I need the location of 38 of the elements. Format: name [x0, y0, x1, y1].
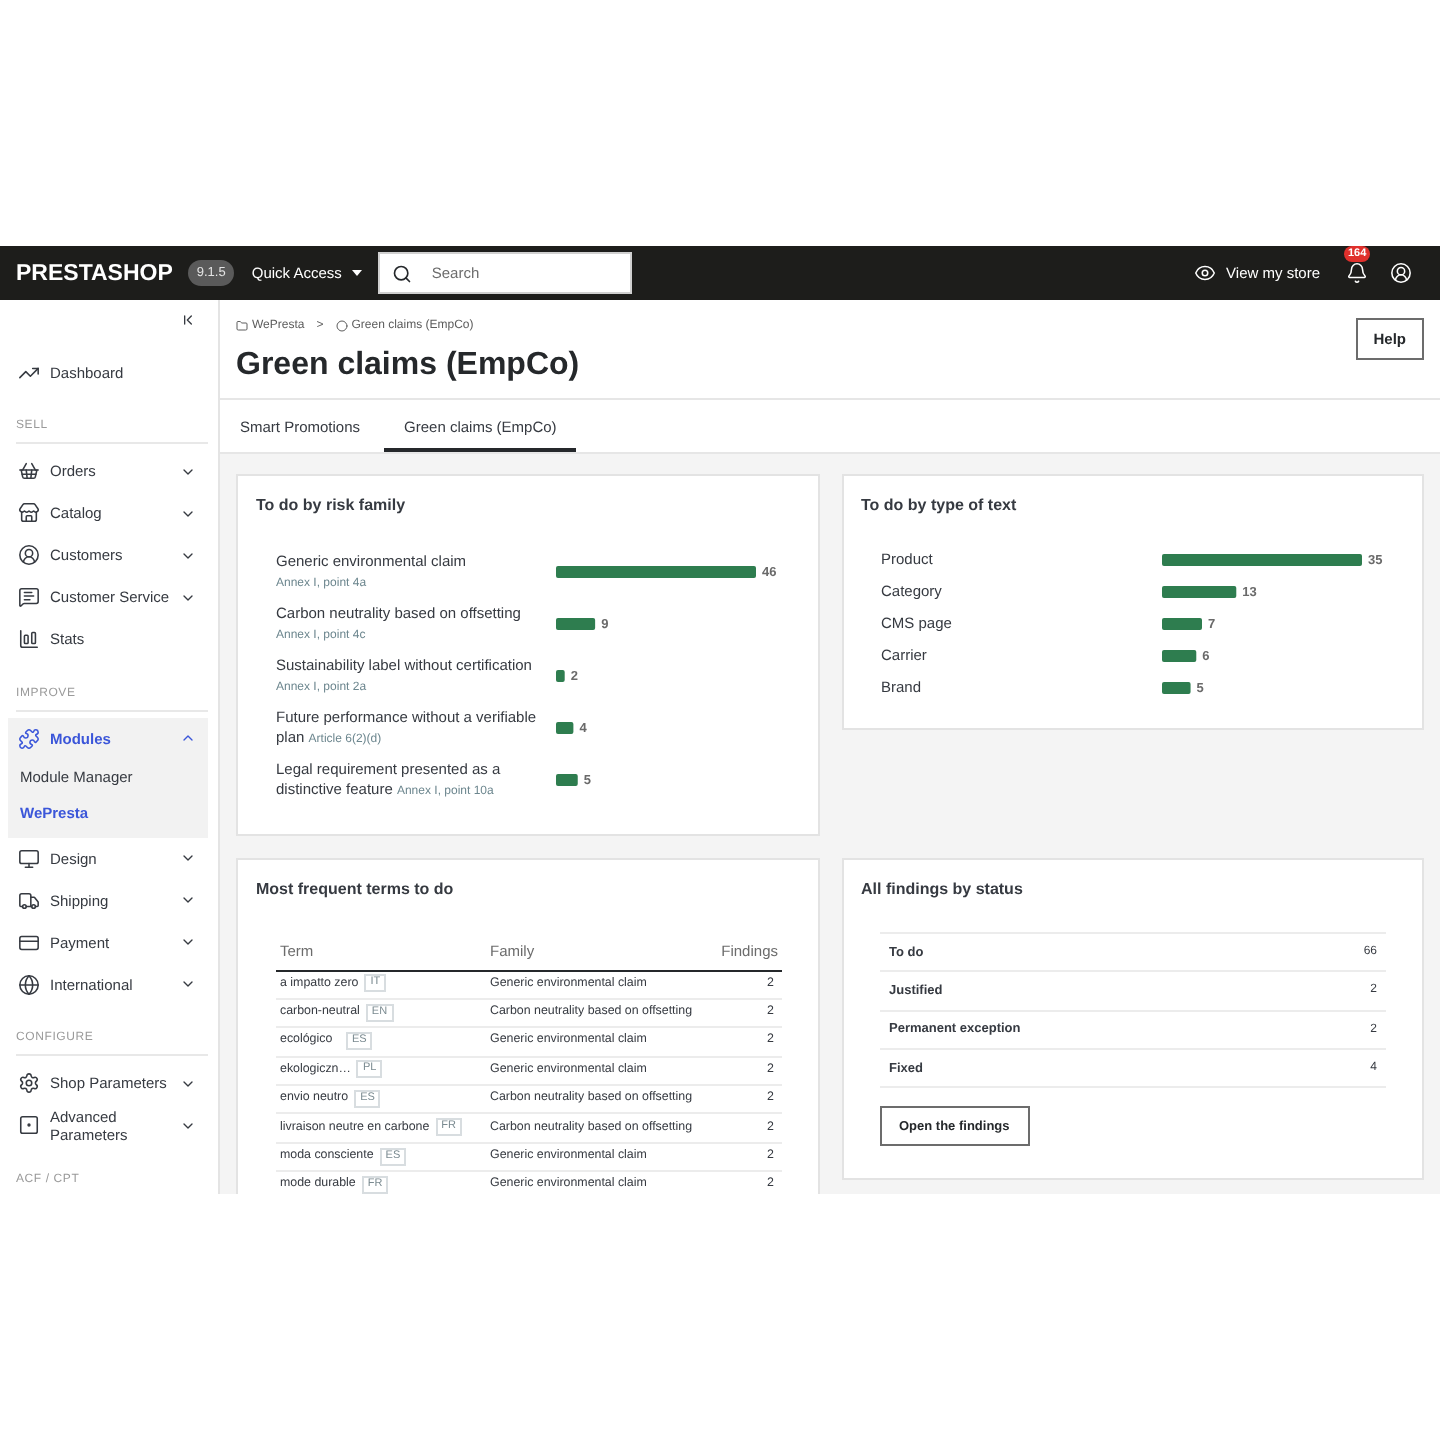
settings-icon — [18, 1072, 40, 1094]
store-icon — [18, 502, 40, 524]
card-title: All findings by status — [861, 880, 1025, 900]
user-icon — [18, 544, 40, 566]
credit-card-icon — [18, 931, 40, 953]
bar — [1161, 586, 1236, 598]
circle-icon — [335, 320, 348, 332]
basket-icon — [18, 460, 40, 482]
bar — [1161, 650, 1196, 662]
bar — [556, 722, 574, 734]
collapse-icon[interactable] — [180, 312, 196, 328]
bar — [1161, 618, 1201, 630]
puzzle-icon — [18, 727, 40, 749]
bar — [556, 618, 596, 630]
globe-icon — [18, 973, 40, 995]
chevron-up-icon[interactable] — [180, 730, 196, 746]
bar — [1161, 682, 1190, 694]
search-icon — [391, 263, 412, 283]
chevron-down-icon[interactable] — [180, 892, 196, 908]
truck-icon — [18, 889, 40, 911]
eye-icon — [1194, 262, 1217, 284]
logo-text[interactable]: PRESTASHOP — [16, 259, 173, 287]
chat-icon — [18, 586, 40, 608]
chevron-down-icon[interactable] — [180, 934, 196, 950]
chevron-down-icon[interactable] — [180, 976, 196, 992]
chart-icon — [18, 628, 40, 650]
bar — [556, 670, 565, 682]
caret-icon — [351, 270, 362, 276]
bell-icon[interactable] — [1346, 262, 1368, 284]
page-title: Green claims (EmpCo) — [236, 346, 580, 386]
chevron-down-icon[interactable] — [180, 850, 196, 866]
card-title: Most frequent terms to do — [256, 880, 456, 900]
card-title: To do by type of text — [861, 496, 1019, 516]
bar — [556, 774, 578, 786]
card-title: To do by risk family — [256, 496, 408, 516]
user-icon[interactable] — [1390, 262, 1412, 284]
monitor-icon — [18, 847, 40, 869]
folder-icon — [236, 320, 248, 332]
